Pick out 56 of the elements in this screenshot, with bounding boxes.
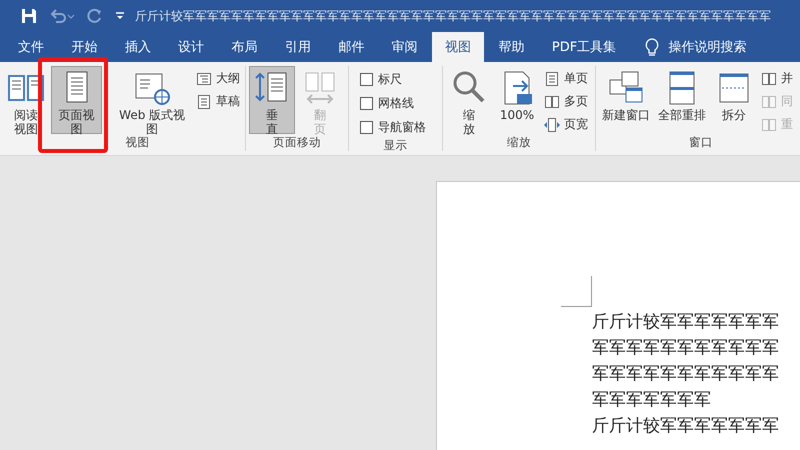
checkbox-label: 标尺: [378, 70, 402, 88]
group-label: 窗口: [688, 135, 714, 151]
page-lines-icon: [196, 94, 212, 110]
checkbox-label: 网格线: [378, 94, 414, 112]
outline-icon: [196, 70, 212, 86]
ribbon-tab[interactable]: 审阅: [378, 32, 431, 62]
document-text-line: 军军军军军军军军军军军: [592, 337, 780, 360]
ribbon-tab[interactable]: PDF工具集: [538, 32, 630, 62]
ribbon-button[interactable]: Web 版式视图: [112, 66, 192, 134]
ribbon-small-button[interactable]: 草稿: [194, 91, 242, 112]
group-label: 缩放: [506, 135, 532, 151]
document-text-line: 斤斤计较军军军军军军军: [592, 415, 780, 438]
ribbon-button[interactable]: 拆分: [711, 66, 757, 134]
document-text-line: 军军军军军军军军军军军: [592, 363, 780, 386]
lightbulb-icon: [644, 38, 659, 56]
ribbon-tab[interactable]: 视图: [432, 32, 484, 62]
checkbox-label: 导航窗格: [378, 118, 426, 136]
ribbon-tab[interactable]: 开始: [58, 32, 110, 62]
document-text-line: 斤斤计较军军军军军军军: [592, 311, 780, 334]
page-lines-icon: [544, 70, 560, 86]
ribbon-tab[interactable]: 邮件: [325, 32, 378, 62]
document-title: 斤斤计较军军军军军军军军军军军军军军军军军军军军军军军军军军军军军军军军军军军军军军军军军军军军军军军军军: [135, 8, 771, 24]
group-label: 视图: [124, 135, 150, 151]
ribbon-tab[interactable]: 文件: [5, 32, 57, 62]
checkbox[interactable]: [360, 96, 373, 110]
ribbon-button[interactable]: 垂直: [249, 66, 295, 134]
group-label: 显示: [382, 138, 408, 153]
ribbon-button[interactable]: 缩放: [446, 66, 492, 134]
margin-corner-mark: [561, 276, 592, 307]
document-text-line: 军军军军军军军: [592, 389, 712, 412]
save-icon[interactable]: [21, 8, 37, 24]
ribbon-small-button[interactable]: 多页: [542, 91, 590, 112]
ribbon-button[interactable]: 全部重排: [655, 66, 709, 134]
ribbon-tab[interactable]: 引用: [272, 32, 324, 62]
page-width-icon: [544, 116, 560, 132]
customize-caret-icon[interactable]: [115, 11, 125, 21]
group-label: 页面移动: [272, 135, 322, 151]
ribbon-button[interactable]: 100%: [494, 66, 540, 134]
two-pages-icon: [761, 94, 777, 110]
two-pages-icon: [761, 116, 777, 132]
checkbox[interactable]: [360, 72, 373, 86]
ribbon-button[interactable]: 新建窗口: [599, 66, 653, 134]
ribbon-button[interactable]: 页面视图: [51, 66, 102, 134]
ribbon-tab[interactable]: 设计: [165, 32, 218, 62]
ribbon-tab[interactable]: 插入: [112, 32, 164, 62]
ribbon-tab[interactable]: 帮助: [486, 32, 538, 62]
ribbon-button[interactable]: 阅读视图: [3, 66, 49, 134]
tell-me-search[interactable]: 操作说明搜索: [630, 32, 755, 62]
checkbox[interactable]: [360, 120, 373, 134]
two-pages-icon: [544, 94, 560, 110]
ribbon-tab[interactable]: 布局: [218, 32, 271, 62]
ribbon-small-button[interactable]: 大纲: [194, 68, 242, 89]
ribbon-small-button[interactable]: 并: [759, 68, 795, 89]
ribbon-small-button[interactable]: 单页: [542, 68, 590, 89]
two-pages-icon: [761, 70, 777, 86]
ribbon-small-button[interactable]: 页宽: [542, 114, 590, 135]
